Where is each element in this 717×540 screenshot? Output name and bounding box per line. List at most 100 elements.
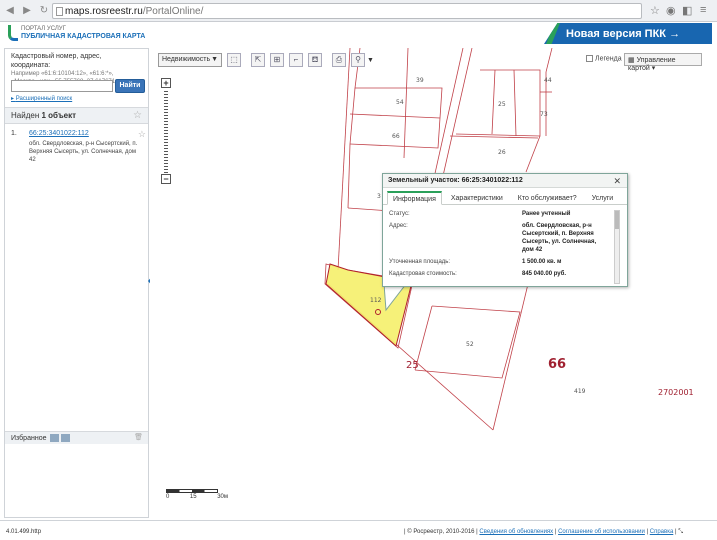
map-label: 26: [498, 149, 506, 156]
link-tool-icon[interactable]: ⚲: [351, 53, 365, 67]
measure-tool-icon[interactable]: ⊞: [270, 53, 284, 67]
logo-line2: ПУБЛИЧНАЯ КАДАСТРОВАЯ КАРТА: [21, 32, 146, 40]
parcel-line: [545, 48, 553, 73]
tab-characteristics[interactable]: Характеристики: [445, 191, 509, 204]
area-tool-icon[interactable]: ⛾: [308, 53, 322, 67]
find-button[interactable]: Найти: [115, 79, 145, 93]
map-control-dropdown[interactable]: ▦ Управление картой ▾: [624, 53, 702, 72]
info-value: Ранее учтенный: [522, 211, 571, 217]
parcel-line: [337, 48, 351, 271]
zoom-out-button[interactable]: −: [161, 174, 171, 184]
info-value: 1 500.00 кв. м: [522, 259, 562, 265]
result-address: обл. Свердловская, р-н Сысертский, п. Ве…: [29, 141, 138, 163]
search-sidebar: Кадастровый номер, адрес, координата: На…: [4, 48, 149, 518]
advanced-search-link[interactable]: ▸ Расширенный поиск: [11, 95, 72, 102]
map-label: 3: [377, 193, 381, 200]
quarter-label: 2702001: [658, 388, 694, 397]
scale-label: 0: [166, 494, 170, 500]
help-link[interactable]: Справка: [650, 529, 674, 535]
extension2-icon[interactable]: ◧: [682, 4, 692, 17]
map-label: 44: [544, 77, 552, 84]
popup-scrollbar[interactable]: [614, 210, 620, 284]
back-icon[interactable]: ◀: [3, 5, 17, 16]
legend-toggle[interactable]: Легенда: [586, 55, 622, 62]
popup-title: Земельный участок: 66:25:3401022:112: [383, 174, 627, 188]
scale-label: 30м: [217, 494, 228, 500]
print-icon[interactable]: ⎙: [332, 53, 346, 67]
search-input[interactable]: [11, 80, 113, 92]
block-label: 66: [548, 357, 566, 372]
address-bar: ◀ ▶ ↻ maps.rosreestr.ru/PortalOnline/ ☆ …: [0, 0, 717, 22]
scale-bar-graphic: [166, 489, 218, 493]
url-host: maps.rosreestr.ru: [65, 5, 143, 17]
popup-tabs: Информация Характеристики Кто обслуживае…: [383, 188, 627, 205]
result-cadastral-link[interactable]: 66:25:3401022:112: [29, 130, 89, 137]
url-field[interactable]: maps.rosreestr.ru/PortalOnline/: [52, 3, 642, 19]
chevron-down-icon: ▾: [651, 65, 656, 72]
reload-icon[interactable]: ↻: [37, 5, 51, 16]
zoom-in-button[interactable]: +: [161, 78, 171, 88]
map-label: 419: [574, 388, 586, 395]
found-prefix: Найден: [11, 111, 42, 120]
zoom-slider[interactable]: [161, 89, 171, 173]
new-version-label: Новая версия ПКК →: [566, 27, 681, 40]
parcel-line: [349, 113, 441, 119]
advanced-search-label: Расширенный поиск: [15, 96, 73, 102]
tab-services[interactable]: Услуги: [586, 191, 620, 204]
select-tool-icon[interactable]: ⬚: [227, 53, 241, 67]
parcel-line: [492, 283, 529, 431]
favorites-label: Избранное: [11, 434, 47, 442]
favorite-all-icon[interactable]: ☆: [133, 110, 142, 121]
trash-icon[interactable]: 🗑: [134, 433, 143, 441]
map-view[interactable]: 39 44 54 25 73 66 26 3 112 52 419 25 66 …: [150, 48, 717, 518]
page-icon: [56, 7, 63, 16]
scale-bar: 0 15 30м: [166, 489, 228, 500]
logo-line1: ПОРТАЛ УСЛУГ: [21, 25, 66, 32]
updates-link[interactable]: Сведения об обновлениях: [479, 529, 553, 535]
favorites-export-icon[interactable]: [61, 434, 71, 442]
star-icon[interactable]: ☆: [650, 4, 660, 17]
tab-info[interactable]: Информация: [387, 191, 442, 205]
tab-who-serves[interactable]: Кто обслуживает?: [512, 191, 583, 204]
legend-checkbox[interactable]: [586, 55, 593, 62]
search-title: Кадастровый номер, адрес, координата:: [11, 53, 102, 69]
chevron-down-icon[interactable]: ▼: [367, 57, 374, 64]
identify-tool-icon[interactable]: ⇱: [251, 53, 265, 67]
parcel-line: [525, 135, 541, 173]
parcel-line: [449, 135, 539, 139]
layer-dropdown-value: Недвижимость: [162, 56, 211, 63]
favorite-result-icon[interactable]: ☆: [138, 129, 146, 140]
portal-logo[interactable]: ПОРТАЛ УСЛУГ ПУБЛИЧНАЯ КАДАСТРОВАЯ КАРТА: [8, 25, 145, 41]
map-label: 52: [466, 341, 474, 348]
resize-icon[interactable]: ⤡: [678, 529, 683, 535]
parcel-line: [347, 87, 356, 209]
ruler-tool-icon[interactable]: ⌐: [289, 53, 303, 67]
info-key: Уточненная площадь:: [389, 259, 451, 265]
layers-icon: ▦: [628, 57, 635, 64]
info-key: Статус:: [389, 211, 410, 217]
copyright-text: | © Росреестр, 2010-2016 |: [404, 529, 478, 535]
menu-icon[interactable]: ≡: [700, 4, 706, 16]
scrollbar-thumb[interactable]: [615, 211, 619, 229]
zoom-control: + −: [161, 78, 173, 184]
info-value: 845 040.00 руб.: [522, 271, 566, 277]
close-icon[interactable]: ✕: [613, 176, 621, 187]
favorites-folder-icon[interactable]: [50, 434, 60, 442]
favorites-bar: Избранное 🗑: [5, 431, 148, 444]
terms-link[interactable]: Соглашение об использовании: [558, 529, 645, 535]
map-label: 39: [416, 77, 424, 84]
new-version-button[interactable]: Новая версия ПКК →: [544, 23, 712, 44]
forward-icon[interactable]: ▶: [20, 5, 34, 16]
parcel-line: [403, 48, 409, 159]
info-key: Кадастровая стоимость:: [389, 271, 457, 277]
map-label: 25: [498, 101, 506, 108]
layer-dropdown[interactable]: Недвижимость ▼: [158, 53, 222, 67]
map-label: 66: [392, 133, 400, 140]
found-header: Найден 1 объект ☆: [5, 107, 148, 124]
logo-mark-icon: [8, 25, 18, 41]
map-toolbar: Недвижимость ▼ ⬚ ⇱ ⊞ ⌐ ⛾ ⎙ ⚲ ▼: [158, 53, 374, 67]
extension-icon[interactable]: ◉: [666, 4, 676, 17]
found-count: 1 объект: [41, 111, 77, 120]
block-label: 25: [406, 360, 419, 371]
map-label: 112: [370, 297, 382, 304]
